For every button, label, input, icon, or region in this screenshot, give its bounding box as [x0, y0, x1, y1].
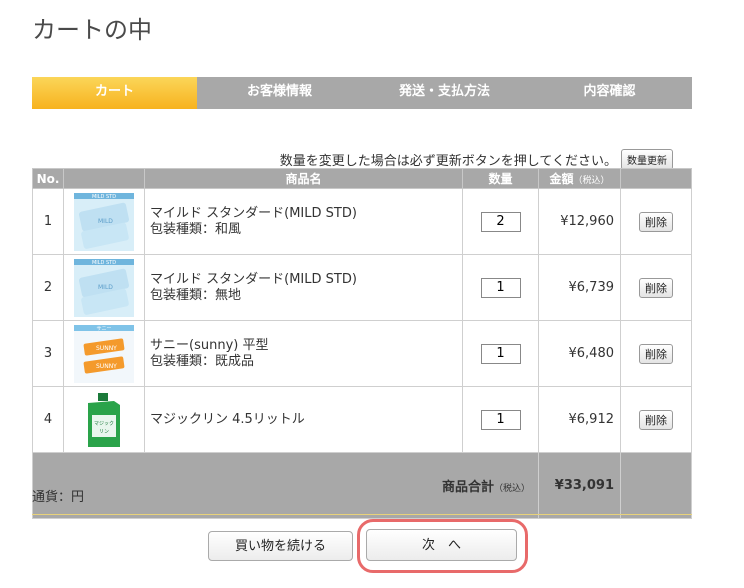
- checkout-steps: カート お客様情報 発送・支払方法 内容確認: [32, 77, 692, 109]
- total-label: 商品合計: [441, 480, 494, 495]
- continue-shopping-button[interactable]: 買い物を続ける: [208, 531, 353, 561]
- quantity-input[interactable]: [480, 211, 521, 232]
- delete-button[interactable]: 削除: [639, 277, 673, 298]
- divider: [32, 514, 692, 515]
- product-image: MILD STD MILD: [63, 254, 145, 321]
- header-qty: 数量: [462, 168, 539, 189]
- page-title: カートの中: [32, 16, 152, 44]
- price-cell: ¥6,480: [538, 320, 621, 387]
- cart-table: No. 商品名 数量 金額（税込） 1 MILD STD MILD マイルド ス…: [32, 168, 692, 519]
- table-row: 1 MILD STD MILD マイルド スタンダード(MILD STD) 包装…: [32, 188, 692, 255]
- sunny-product-image: サニー SUNNY SUNNY: [74, 324, 134, 383]
- delete-cell: 削除: [620, 386, 692, 453]
- row-no: 1: [32, 188, 64, 255]
- qty-cell: [462, 320, 539, 387]
- product-name-cell: マジックリン 4.5リットル: [144, 386, 463, 453]
- delete-button[interactable]: 削除: [639, 409, 673, 430]
- product-name: マジックリン 4.5リットル: [150, 411, 305, 427]
- svg-text:SUNNY: SUNNY: [96, 363, 117, 370]
- mild-product-image: MILD STD MILD: [74, 258, 134, 317]
- header-name: 商品名: [144, 168, 463, 189]
- quantity-input[interactable]: [480, 409, 521, 430]
- step-customer-info: お客様情報: [246, 84, 312, 99]
- qty-cell: [462, 188, 539, 255]
- product-name: マイルド スタンダード(MILD STD): [150, 271, 357, 287]
- row-no: 4: [32, 386, 64, 453]
- product-image: マジック リン: [63, 386, 145, 453]
- delete-cell: 削除: [620, 254, 692, 321]
- product-name: サニー(sunny) 平型: [150, 337, 269, 353]
- price-cell: ¥6,912: [538, 386, 621, 453]
- step-confirm: 内容確認: [583, 84, 636, 99]
- qty-cell: [462, 386, 539, 453]
- delete-button[interactable]: 削除: [639, 211, 673, 232]
- product-image: MILD STD MILD: [63, 188, 145, 255]
- svg-text:マジック: マジック: [94, 421, 114, 427]
- mild-product-image: MILD STD MILD: [74, 192, 134, 251]
- currency-label: 通貨：円: [32, 490, 85, 505]
- svg-text:MILD: MILD: [98, 284, 113, 291]
- delete-button[interactable]: 削除: [639, 343, 673, 364]
- price-cell: ¥12,960: [538, 188, 621, 255]
- svg-text:サニー: サニー: [96, 326, 111, 332]
- qty-cell: [462, 254, 539, 321]
- header-delete: [620, 168, 692, 189]
- product-name-cell: サニー(sunny) 平型 包装種類：既成品: [144, 320, 463, 387]
- magiclean-product-image: マジック リン: [74, 390, 134, 449]
- header-no: No.: [32, 168, 64, 189]
- table-header: No. 商品名 数量 金額（税込）: [32, 168, 692, 189]
- update-notice-text: 数量を変更した場合は必ず更新ボタンを押してください。: [279, 154, 617, 169]
- total-value: ¥33,091: [538, 452, 621, 519]
- svg-text:MILD STD: MILD STD: [92, 260, 116, 266]
- total-empty-cell: [620, 452, 692, 519]
- product-name: マイルド スタンダード(MILD STD): [150, 205, 357, 221]
- product-option: 包装種類：和風: [150, 221, 242, 237]
- step-shipping-payment: 発送・支払方法: [398, 84, 490, 99]
- update-notice: 数量を変更した場合は必ず更新ボタンを押してください。 数量更新: [32, 149, 673, 170]
- product-option: 包装種類：既成品: [150, 353, 255, 369]
- product-option: 包装種類：無地: [150, 287, 242, 303]
- step-cart: カート: [32, 77, 197, 109]
- table-row: 4 マジック リン マジックリン 4.5リットル ¥6,912 削除: [32, 386, 692, 453]
- svg-text:MILD STD: MILD STD: [92, 194, 116, 200]
- product-name-cell: マイルド スタンダード(MILD STD) 包装種類：無地: [144, 254, 463, 321]
- row-no: 3: [32, 320, 64, 387]
- update-quantity-button[interactable]: 数量更新: [621, 149, 673, 170]
- header-price: 金額（税込）: [538, 168, 621, 189]
- next-button-highlight: [357, 519, 528, 573]
- svg-text:リン: リン: [99, 429, 109, 435]
- svg-text:SUNNY: SUNNY: [96, 345, 117, 352]
- quantity-input[interactable]: [480, 277, 521, 298]
- price-cell: ¥6,739: [538, 254, 621, 321]
- row-no: 2: [32, 254, 64, 321]
- table-row: 3 サニー SUNNY SUNNY サニー(sunny) 平型 包装種類：既成品…: [32, 320, 692, 387]
- quantity-input[interactable]: [480, 343, 521, 364]
- delete-cell: 削除: [620, 320, 692, 387]
- table-row: 2 MILD STD MILD マイルド スタンダード(MILD STD) 包装…: [32, 254, 692, 321]
- delete-cell: 削除: [620, 188, 692, 255]
- total-row: 商品合計（税込） ¥33,091: [32, 452, 692, 519]
- total-label-cell: 商品合計（税込）: [32, 452, 539, 519]
- product-name-cell: マイルド スタンダード(MILD STD) 包装種類：和風: [144, 188, 463, 255]
- total-tax-note: （税込）: [493, 484, 530, 494]
- product-image: サニー SUNNY SUNNY: [63, 320, 145, 387]
- header-image: [63, 168, 145, 189]
- svg-text:MILD: MILD: [98, 218, 113, 225]
